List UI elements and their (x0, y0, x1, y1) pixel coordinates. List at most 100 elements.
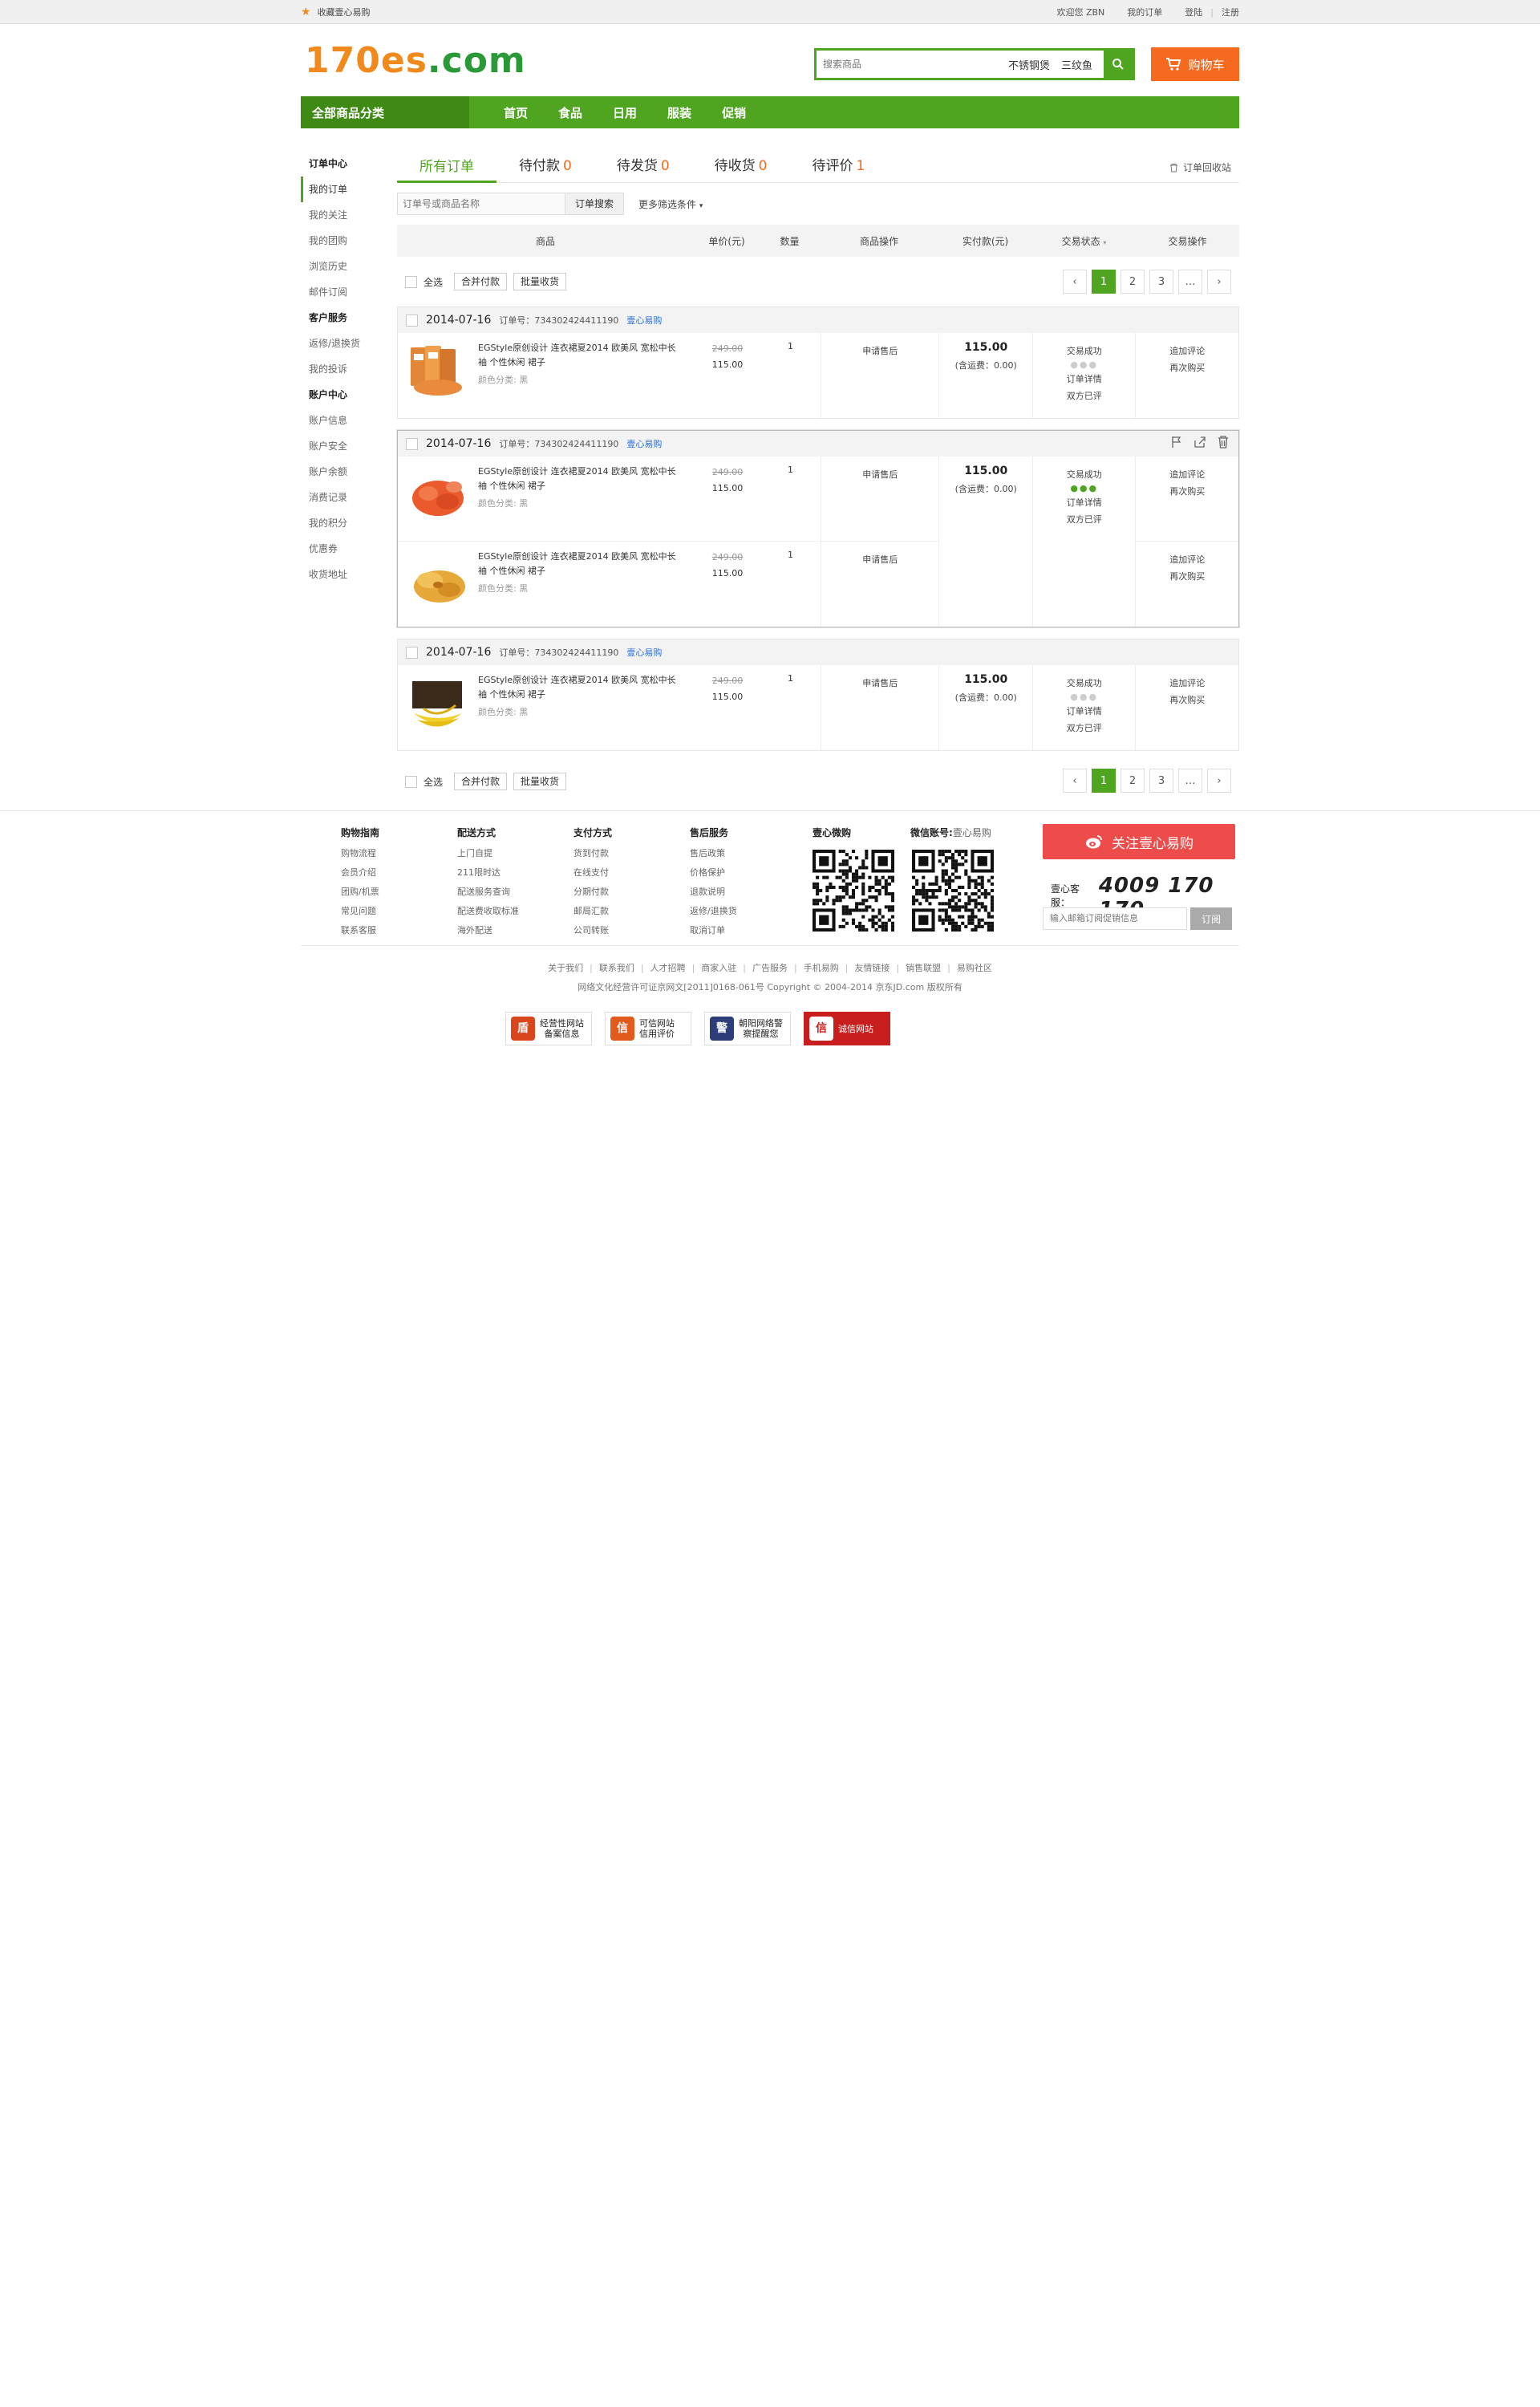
after-sale-link[interactable]: 申请售后 (862, 678, 898, 688)
product-name-link[interactable]: EGStyle原创设计 连衣裙夏2014 欧美风 宽松中长袖 个性休闲 裙子 (478, 673, 679, 702)
subscribe-email-input[interactable] (1043, 907, 1187, 930)
all-categories-menu[interactable]: 全部商品分类 (301, 96, 469, 128)
after-sale-link[interactable]: 申请售后 (862, 346, 898, 356)
footer-link[interactable]: 退款说明 (690, 883, 786, 902)
merge-pay-button[interactable]: 合并付款 (454, 773, 508, 790)
shop-link[interactable]: 壹心易购 (626, 646, 662, 659)
footer-link[interactable]: 取消订单 (690, 921, 786, 940)
page-3[interactable]: 3 (1149, 769, 1173, 793)
footer-bottom-link[interactable]: 友情链接 (854, 963, 890, 973)
site-logo[interactable]: 170es.com (305, 40, 526, 81)
buy-again-link[interactable]: 再次购买 (1136, 568, 1238, 585)
footer-link[interactable]: 211限时达 (457, 863, 553, 883)
next-page-button[interactable]: › (1207, 270, 1231, 294)
sidebar-item[interactable]: 账户余额 (301, 459, 389, 485)
sidebar-item[interactable]: 我的关注 (301, 202, 389, 228)
nav-item-home[interactable]: 首页 (488, 104, 543, 121)
sidebar-item[interactable]: 我的团购 (301, 228, 389, 254)
footer-link[interactable]: 售后政策 (690, 844, 786, 863)
product-thumbnail[interactable] (406, 673, 468, 734)
product-thumbnail[interactable] (406, 550, 468, 611)
trust-badge[interactable]: 信可信网站 信用评价 (605, 1012, 691, 1045)
footer-bottom-link[interactable]: 易购社区 (957, 963, 992, 973)
page-1[interactable]: 1 (1092, 270, 1116, 294)
sidebar-item[interactable]: 浏览历史 (301, 254, 389, 279)
footer-link[interactable]: 分期付款 (573, 883, 670, 902)
footer-link[interactable]: 价格保护 (690, 863, 786, 883)
product-thumbnail[interactable] (406, 465, 468, 526)
page-2[interactable]: 2 (1121, 270, 1145, 294)
sidebar-item[interactable]: 返修/退换货 (301, 331, 389, 356)
nav-item-daily[interactable]: 日用 (598, 104, 652, 121)
product-thumbnail[interactable] (406, 341, 468, 402)
sidebar-item[interactable]: 账户信息 (301, 408, 389, 433)
page-1[interactable]: 1 (1092, 769, 1116, 793)
buy-again-link[interactable]: 再次购买 (1136, 483, 1238, 500)
sidebar-item[interactable]: 优惠券 (301, 536, 389, 562)
sidebar-item[interactable]: 消费记录 (301, 485, 389, 510)
page-3[interactable]: 3 (1149, 270, 1173, 294)
prev-page-button[interactable]: ‹ (1063, 270, 1087, 294)
cart-button[interactable]: 购物车 (1151, 47, 1239, 81)
order-search-input[interactable] (397, 193, 565, 215)
subscribe-button[interactable]: 订阅 (1190, 907, 1232, 930)
footer-link[interactable]: 邮局汇款 (573, 902, 670, 921)
sidebar-item[interactable]: 我的积分 (301, 510, 389, 536)
footer-link[interactable]: 联系客服 (341, 921, 437, 940)
order-checkbox[interactable] (406, 314, 418, 327)
tab-orders[interactable]: 待评价 1 (789, 154, 887, 182)
batch-receive-button[interactable]: 批量收货 (513, 773, 567, 790)
add-review-link[interactable]: 追加评论 (1136, 466, 1238, 483)
nav-item-clothing[interactable]: 服装 (652, 104, 707, 121)
footer-bottom-link[interactable]: 手机易购 (804, 963, 839, 973)
footer-link[interactable]: 货到付款 (573, 844, 670, 863)
login-link[interactable]: 登陆 (1185, 6, 1202, 18)
hot-keyword[interactable]: 三纹鱼 (1061, 57, 1092, 72)
recycle-bin-link[interactable]: 订单回收站 (1169, 160, 1231, 174)
product-name-link[interactable]: EGStyle原创设计 连衣裙夏2014 欧美风 宽松中长袖 个性休闲 裙子 (478, 550, 679, 578)
footer-link[interactable]: 常见问题 (341, 902, 437, 921)
footer-link[interactable]: 团购/机票 (341, 883, 437, 902)
product-name-link[interactable]: EGStyle原创设计 连衣裙夏2014 欧美风 宽松中长袖 个性休闲 裙子 (478, 465, 679, 493)
footer-bottom-link[interactable]: 联系我们 (599, 963, 634, 973)
trust-badge[interactable]: 信诚信网站 (804, 1012, 890, 1045)
order-search-button[interactable]: 订单搜索 (565, 193, 625, 215)
after-sale-link[interactable]: 申请售后 (862, 554, 898, 565)
order-detail-link[interactable]: 订单详情 (1033, 494, 1136, 511)
status-filter-dropdown[interactable]: 交易状态 ▾ (1032, 234, 1136, 248)
page-2[interactable]: 2 (1121, 769, 1145, 793)
nav-item-food[interactable]: 食品 (543, 104, 598, 121)
footer-link[interactable]: 在线支付 (573, 863, 670, 883)
next-page-button[interactable]: › (1207, 769, 1231, 793)
more-filters-toggle[interactable]: 更多筛选条件 ▾ (638, 197, 703, 211)
footer-link[interactable]: 返修/退换货 (690, 902, 786, 921)
trust-badge[interactable]: 警朝阳网络警 察提醒您 (704, 1012, 791, 1045)
sidebar-item[interactable]: 我的投诉 (301, 356, 389, 382)
footer-link[interactable]: 海外配送 (457, 921, 553, 940)
hot-keyword[interactable]: 不锈钢煲 (1008, 57, 1050, 72)
add-review-link[interactable]: 追加评论 (1136, 343, 1238, 359)
shop-link[interactable]: 壹心易购 (626, 314, 662, 327)
buy-again-link[interactable]: 再次购买 (1136, 359, 1238, 376)
order-checkbox[interactable] (406, 646, 418, 659)
merge-pay-button[interactable]: 合并付款 (454, 273, 508, 290)
product-name-link[interactable]: EGStyle原创设计 连衣裙夏2014 欧美风 宽松中长袖 个性休闲 裙子 (478, 341, 679, 370)
favorite-link[interactable]: ★ 收藏壹心易购 (301, 6, 371, 18)
footer-link[interactable]: 配送费收取标准 (457, 902, 553, 921)
share-icon[interactable] (1194, 436, 1206, 449)
tab-orders[interactable]: 待发货 0 (594, 154, 692, 182)
footer-link[interactable]: 购物流程 (341, 844, 437, 863)
tab-orders[interactable]: 待收货 0 (692, 154, 790, 182)
nav-item-promo[interactable]: 促销 (707, 104, 761, 121)
order-checkbox[interactable] (406, 437, 418, 450)
after-sale-link[interactable]: 申请售后 (862, 469, 898, 480)
footer-link[interactable]: 上门自提 (457, 844, 553, 863)
my-orders-link[interactable]: 我的订单 (1127, 6, 1162, 18)
sidebar-item[interactable]: 收货地址 (301, 562, 389, 587)
add-review-link[interactable]: 追加评论 (1136, 675, 1238, 692)
search-button[interactable] (1104, 51, 1133, 78)
footer-bottom-link[interactable]: 人才招聘 (650, 963, 686, 973)
order-detail-link[interactable]: 订单详情 (1033, 703, 1136, 720)
select-all-checkbox[interactable] (405, 775, 417, 788)
search-input[interactable] (817, 51, 1008, 78)
